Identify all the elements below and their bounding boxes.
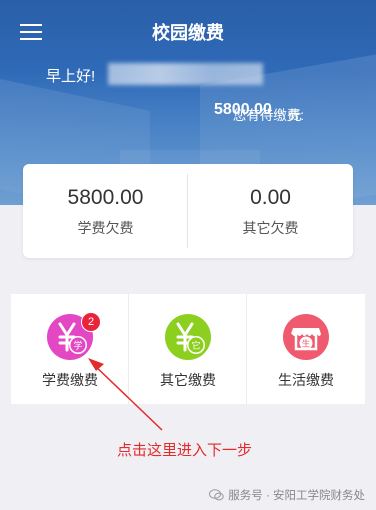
tuition-arrears-amount: 5800.00 xyxy=(67,186,144,209)
payment-options-card: 学 2 学费缴费 它 其它缴费 生 生活缴费 xyxy=(11,294,365,404)
tuition-payment-label: 学费缴费 xyxy=(42,372,98,388)
footer-source: 服务号 · 安阳工学院财务处 xyxy=(209,487,365,503)
other-arrears-label: 其它欠费 xyxy=(242,220,299,236)
svg-text:它: 它 xyxy=(191,340,200,352)
wechat-icon xyxy=(209,489,224,501)
page-title: 校园缴费 xyxy=(152,23,224,43)
pending-amount: 5800.00 xyxy=(214,101,272,118)
living-payment-button[interactable]: 生 生活缴费 xyxy=(247,294,365,404)
svg-text:生: 生 xyxy=(302,339,311,350)
living-payment-label: 生活缴费 xyxy=(278,372,334,388)
other-yen-icon: 它 xyxy=(165,314,211,360)
tuition-arrears-label: 学费欠费 xyxy=(77,220,134,236)
pending-unit: 元 xyxy=(288,108,302,123)
tuition-payment-button[interactable]: 学 2 学费缴费 xyxy=(11,294,129,404)
other-payment-label: 其它缴费 xyxy=(160,372,216,388)
arrears-card: 5800.00 学费欠费 0.00 其它欠费 xyxy=(23,164,353,258)
footer-text: 服务号 · 安阳工学院财务处 xyxy=(228,490,365,502)
other-arrears-amount: 0.00 xyxy=(250,186,291,209)
greeting-text: 早上好! xyxy=(46,68,96,85)
blurred-user-name xyxy=(108,63,263,85)
other-payment-button[interactable]: 它 其它缴费 xyxy=(129,294,247,404)
svg-text:学: 学 xyxy=(73,340,82,352)
other-arrears: 0.00 其它欠费 xyxy=(188,164,353,258)
shop-icon: 生 xyxy=(283,314,329,360)
notification-badge: 2 xyxy=(81,312,101,332)
tuition-arrears: 5800.00 学费欠费 xyxy=(23,164,188,258)
hint-text: 点击这里进入下一步 xyxy=(117,442,253,459)
